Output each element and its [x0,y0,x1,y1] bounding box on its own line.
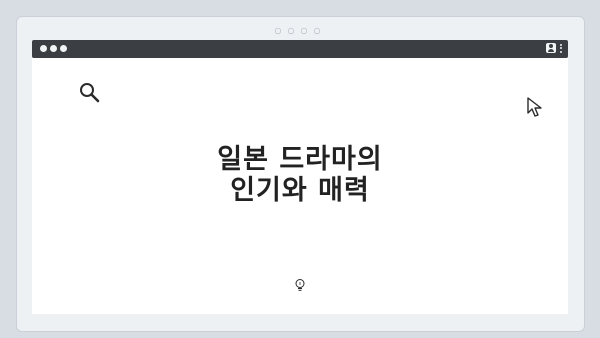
search-icon [80,83,100,103]
kebab-menu-icon[interactable] [560,43,562,53]
page-title: 일본 드라마의 인기와 매력 [32,144,568,206]
lightbulb-icon [295,279,305,291]
window-dot-icon[interactable] [60,45,67,52]
window-indicator-dots: ○○○○ [274,26,327,35]
window-controls [40,45,67,52]
title-line-2: 인기와 매력 [230,175,370,206]
title-line-1: 일본 드라마의 [217,144,383,175]
window-dot-icon[interactable] [40,45,47,52]
browser-toolbar [32,40,568,58]
toolbar-actions [546,43,562,53]
window-dot-icon[interactable] [50,45,57,52]
user-icon[interactable] [546,43,556,53]
cursor-icon [527,97,542,117]
page-content: 일본 드라마의 인기와 매력 [32,58,568,314]
